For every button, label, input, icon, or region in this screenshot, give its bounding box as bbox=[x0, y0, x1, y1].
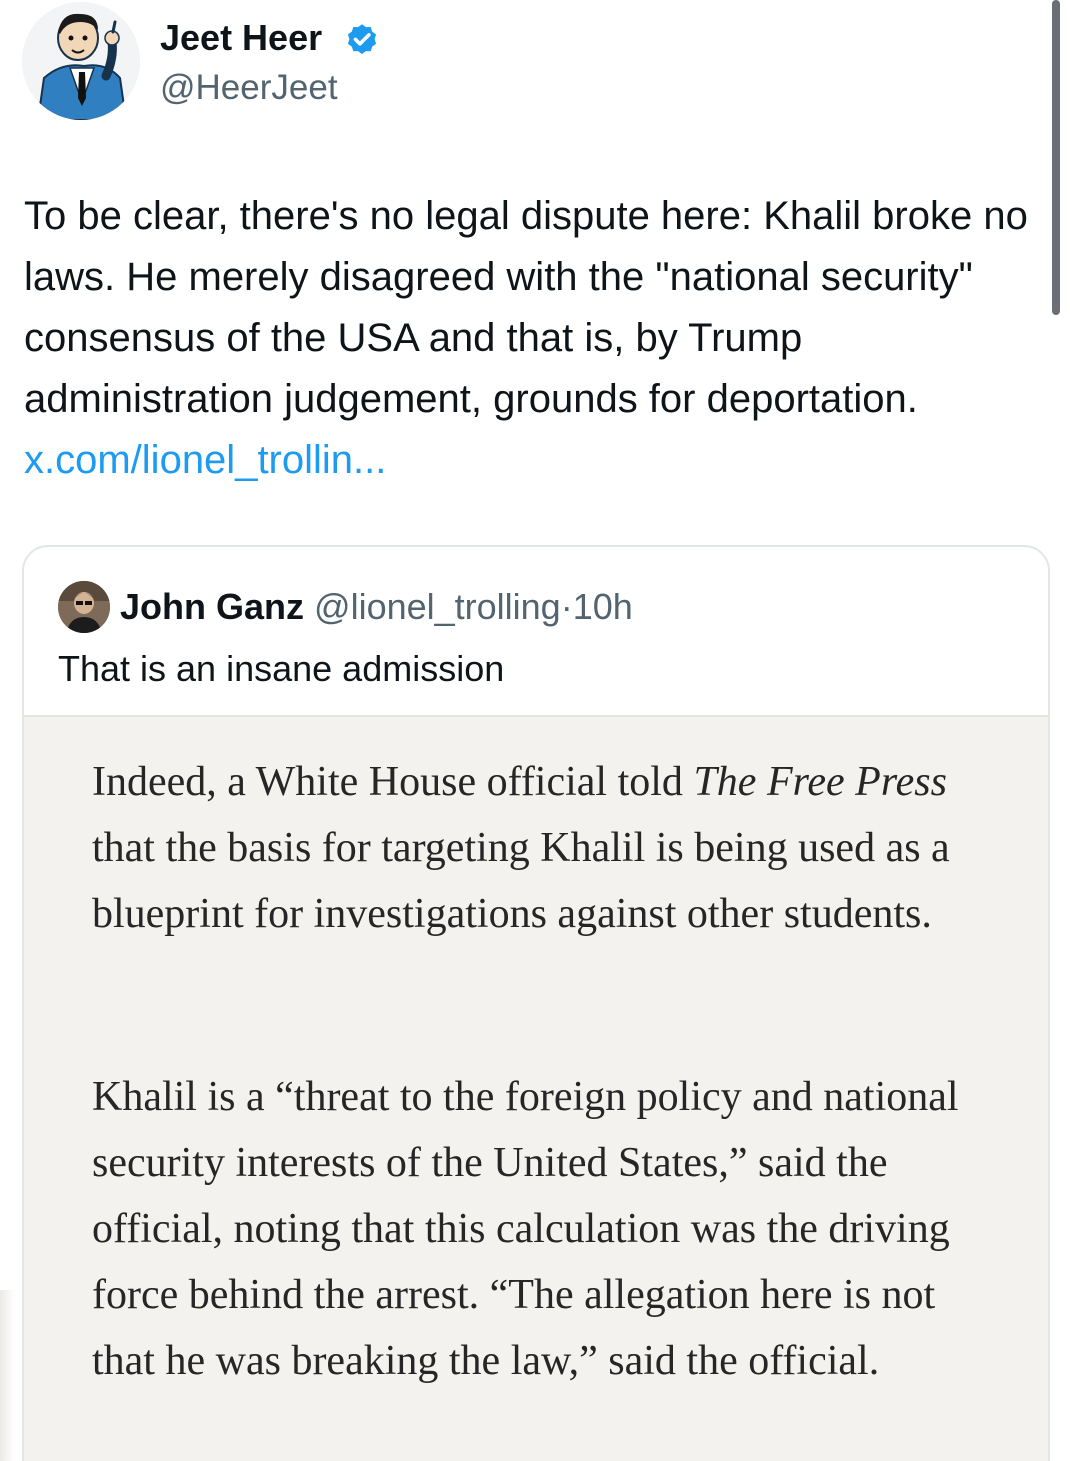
quoted-author-handle[interactable]: @lionel_trolling bbox=[314, 586, 561, 627]
caricature-avatar-icon bbox=[22, 2, 140, 120]
excerpt-p1-start: Indeed, a White House official told bbox=[92, 759, 694, 805]
quoted-tweet-header: John Ganz @lionel_trolling·10h bbox=[120, 581, 633, 633]
quoted-tweet-text: That is an insane admission bbox=[58, 648, 505, 689]
excerpt-paragraph-2: Khalil is a “threat to the foreign polic… bbox=[92, 1074, 959, 1384]
excerpt-publication-title: The Free Press bbox=[693, 759, 947, 805]
author-name[interactable]: Jeet Heer bbox=[160, 16, 322, 60]
quoted-author-avatar[interactable] bbox=[58, 581, 110, 633]
author-handle[interactable]: @HeerJeet bbox=[160, 66, 338, 110]
tweet-text: To be clear, there's no legal dispute he… bbox=[24, 186, 1054, 491]
quoted-tweet-card[interactable]: John Ganz @lionel_trolling·10h That is a… bbox=[22, 545, 1050, 1461]
tweet-body: To be clear, there's no legal dispute he… bbox=[24, 194, 1028, 421]
profile-photo-icon bbox=[58, 581, 110, 633]
quoted-author-name[interactable]: John Ganz bbox=[120, 586, 304, 627]
quoted-tweet-link[interactable]: x.com/lionel_trollin... bbox=[24, 438, 386, 482]
verified-badge-icon bbox=[347, 24, 377, 54]
header-separator: · bbox=[560, 586, 573, 627]
excerpt-p1-end: that the basis for targeting Khalil is b… bbox=[92, 825, 950, 937]
quoted-tweet-time[interactable]: 10h bbox=[573, 586, 633, 627]
excerpt-paragraph-1: Indeed, a White House official told The … bbox=[92, 749, 992, 947]
edge-shadow bbox=[0, 1290, 14, 1461]
author-avatar[interactable] bbox=[22, 2, 140, 120]
article-excerpt-image[interactable]: Indeed, a White House official told The … bbox=[24, 715, 1048, 1461]
